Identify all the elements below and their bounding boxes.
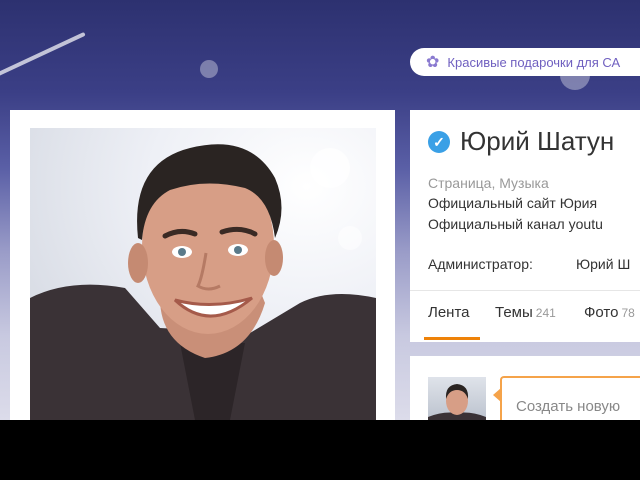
portrait-image: [30, 144, 376, 420]
profile-photo[interactable]: [30, 128, 376, 420]
description-line-1: Официальный сайт Юрия: [428, 195, 598, 211]
avatar-image: [428, 384, 486, 420]
page-category[interactable]: Страница, Музыка: [428, 175, 549, 191]
tab-label: Темы: [495, 304, 533, 321]
gear-icon: ✿: [426, 54, 440, 71]
admin-label: Администратор:: [428, 256, 533, 272]
bokeh: [200, 60, 218, 78]
light-streak: [0, 31, 86, 83]
tab-count: 241: [535, 306, 556, 320]
tab-count: 78: [621, 306, 635, 320]
tab-label: Лента: [428, 304, 470, 321]
gifts-banner[interactable]: ✿ Красивые подарочки для СА: [410, 48, 640, 76]
gifts-banner-text: Красивые подарочки для СА: [447, 54, 621, 70]
speech-tail: [493, 388, 501, 402]
avatar[interactable]: [428, 377, 486, 420]
create-post-input[interactable]: Создать новую: [493, 376, 640, 420]
active-tab-indicator: [424, 337, 480, 340]
create-post-placeholder: Создать новую: [516, 398, 621, 415]
divider: [410, 290, 640, 291]
screen: ✿ Красивые подарочки для СА ✓ Юрий Шатун…: [0, 0, 640, 420]
tab-feed[interactable]: Лента: [428, 304, 470, 321]
page-title: Юрий Шатун: [460, 126, 615, 156]
tab-label: Фото: [584, 304, 619, 321]
admin-name-link[interactable]: Юрий Ш: [576, 256, 630, 272]
tab-topics[interactable]: Темы 241: [495, 304, 556, 321]
tab-photos[interactable]: Фото 78: [584, 304, 635, 321]
description-line-2: Официальный канал youtu: [428, 216, 603, 232]
check-icon: ✓: [428, 131, 450, 153]
letterbox-bar: [0, 420, 640, 480]
